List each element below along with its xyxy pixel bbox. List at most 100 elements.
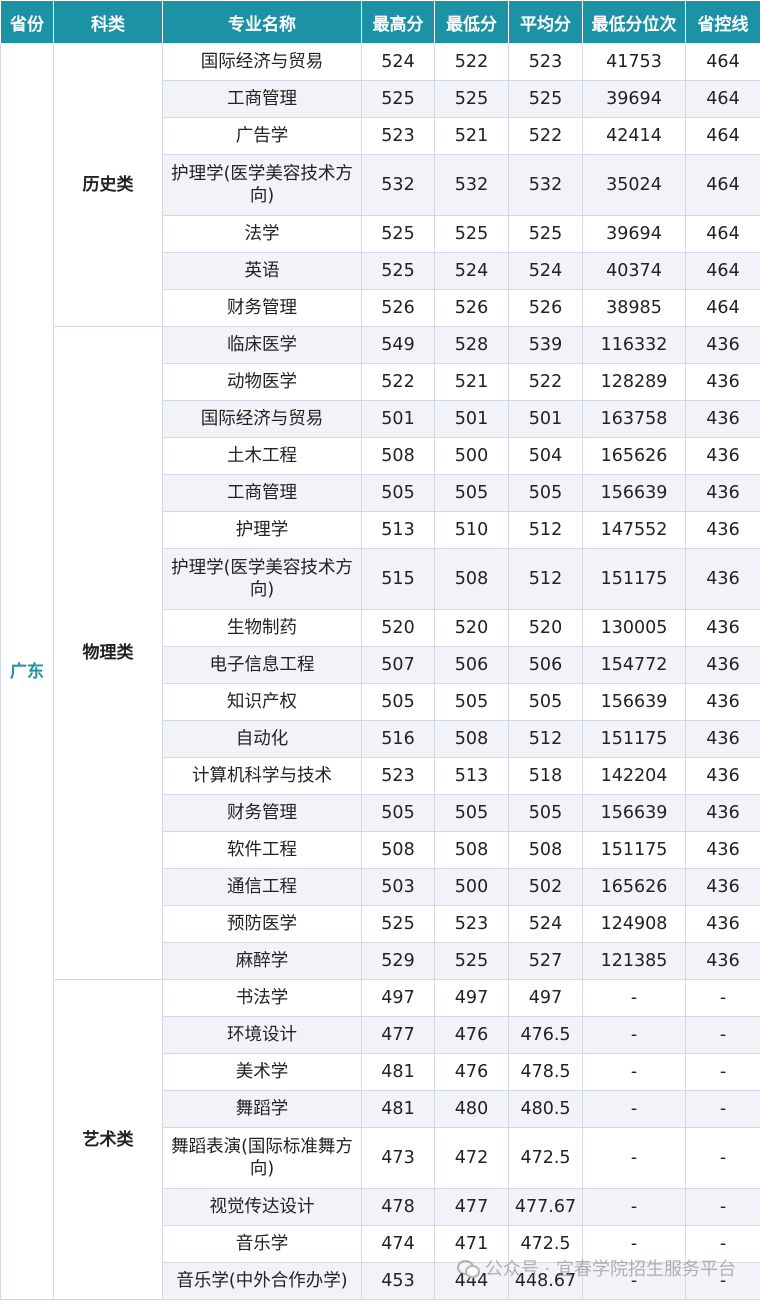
min-rank-cell: 40374 (583, 253, 686, 290)
major-name-cell: 通信工程 (163, 869, 362, 906)
min-score-cell: 500 (435, 438, 509, 475)
avg-score-cell: 518 (509, 758, 583, 795)
major-name-cell: 工商管理 (163, 475, 362, 512)
major-name-cell: 音乐学 (163, 1226, 362, 1263)
avg-score-cell: 525 (509, 216, 583, 253)
major-name-cell: 书法学 (163, 980, 362, 1017)
min-rank-cell: - (583, 1091, 686, 1128)
control-line-cell: 436 (686, 475, 760, 512)
control-line-cell: 436 (686, 512, 760, 549)
min-rank-cell: 39694 (583, 81, 686, 118)
avg-score-cell: 505 (509, 684, 583, 721)
min-score-cell: 476 (435, 1054, 509, 1091)
min-score-cell: 505 (435, 795, 509, 832)
min-rank-cell: 156639 (583, 684, 686, 721)
major-name-cell: 国际经济与贸易 (163, 44, 362, 81)
avg-score-cell: 478.5 (509, 1054, 583, 1091)
avg-score-cell: 523 (509, 44, 583, 81)
min-rank-cell: 151175 (583, 549, 686, 610)
min-score-cell: 532 (435, 155, 509, 216)
category-cell: 物理类 (54, 327, 163, 980)
major-name-cell: 财务管理 (163, 795, 362, 832)
major-name-cell: 环境设计 (163, 1017, 362, 1054)
max-score-cell: 523 (362, 758, 435, 795)
min-score-cell: 520 (435, 610, 509, 647)
avg-score-cell: 527 (509, 943, 583, 980)
avg-score-cell: 504 (509, 438, 583, 475)
major-name-cell: 视觉传达设计 (163, 1189, 362, 1226)
max-score-cell: 481 (362, 1091, 435, 1128)
min-score-cell: 524 (435, 253, 509, 290)
min-score-cell: 508 (435, 721, 509, 758)
max-score-cell: 501 (362, 401, 435, 438)
avg-score-cell: 524 (509, 253, 583, 290)
max-score-cell: 516 (362, 721, 435, 758)
min-rank-cell: 128289 (583, 364, 686, 401)
max-score-cell: 549 (362, 327, 435, 364)
major-name-cell: 自动化 (163, 721, 362, 758)
control-line-cell: - (686, 1017, 760, 1054)
min-rank-cell: 156639 (583, 795, 686, 832)
min-score-cell: 523 (435, 906, 509, 943)
min-rank-cell: - (583, 1189, 686, 1226)
control-line-cell: 436 (686, 721, 760, 758)
avg-score-cell: 524 (509, 906, 583, 943)
major-name-cell: 护理学 (163, 512, 362, 549)
control-line-cell: 436 (686, 610, 760, 647)
control-line-cell: 464 (686, 81, 760, 118)
control-line-cell: - (686, 1263, 760, 1300)
min-score-cell: 500 (435, 869, 509, 906)
control-line-cell: - (686, 1226, 760, 1263)
min-score-cell: 525 (435, 943, 509, 980)
avg-score-cell: 472.5 (509, 1226, 583, 1263)
min-score-cell: 510 (435, 512, 509, 549)
min-rank-cell: - (583, 980, 686, 1017)
major-name-cell: 知识产权 (163, 684, 362, 721)
column-header: 最低分 (435, 1, 509, 44)
control-line-cell: 436 (686, 647, 760, 684)
max-score-cell: 505 (362, 684, 435, 721)
min-score-cell: 501 (435, 401, 509, 438)
min-score-cell: 508 (435, 832, 509, 869)
avg-score-cell: 520 (509, 610, 583, 647)
control-line-cell: 436 (686, 401, 760, 438)
major-name-cell: 音乐学(中外合作办学) (163, 1263, 362, 1300)
max-score-cell: 520 (362, 610, 435, 647)
control-line-cell: 464 (686, 118, 760, 155)
major-name-cell: 临床医学 (163, 327, 362, 364)
min-score-cell: 444 (435, 1263, 509, 1300)
control-line-cell: 464 (686, 216, 760, 253)
max-score-cell: 473 (362, 1128, 435, 1189)
control-line-cell: 464 (686, 155, 760, 216)
min-rank-cell: 163758 (583, 401, 686, 438)
avg-score-cell: 522 (509, 118, 583, 155)
column-header: 最低分位次 (583, 1, 686, 44)
avg-score-cell: 512 (509, 512, 583, 549)
min-score-cell: 521 (435, 364, 509, 401)
min-score-cell: 505 (435, 684, 509, 721)
min-score-cell: 476 (435, 1017, 509, 1054)
max-score-cell: 508 (362, 832, 435, 869)
min-rank-cell: 116332 (583, 327, 686, 364)
major-name-cell: 生物制药 (163, 610, 362, 647)
column-header: 省份 (1, 1, 54, 44)
max-score-cell: 532 (362, 155, 435, 216)
avg-score-cell: 512 (509, 549, 583, 610)
max-score-cell: 513 (362, 512, 435, 549)
control-line-cell: 436 (686, 906, 760, 943)
control-line-cell: 436 (686, 549, 760, 610)
min-score-cell: 508 (435, 549, 509, 610)
table-row: 广东历史类国际经济与贸易52452252341753464 (1, 44, 760, 81)
table-row: 物理类临床医学549528539116332436 (1, 327, 760, 364)
max-score-cell: 497 (362, 980, 435, 1017)
max-score-cell: 478 (362, 1189, 435, 1226)
major-name-cell: 护理学(医学美容技术方向) (163, 549, 362, 610)
column-header: 最高分 (362, 1, 435, 44)
avg-score-cell: 506 (509, 647, 583, 684)
column-header: 平均分 (509, 1, 583, 44)
control-line-cell: 464 (686, 44, 760, 81)
avg-score-cell: 525 (509, 81, 583, 118)
control-line-cell: - (686, 980, 760, 1017)
min-rank-cell: 151175 (583, 832, 686, 869)
major-name-cell: 美术学 (163, 1054, 362, 1091)
